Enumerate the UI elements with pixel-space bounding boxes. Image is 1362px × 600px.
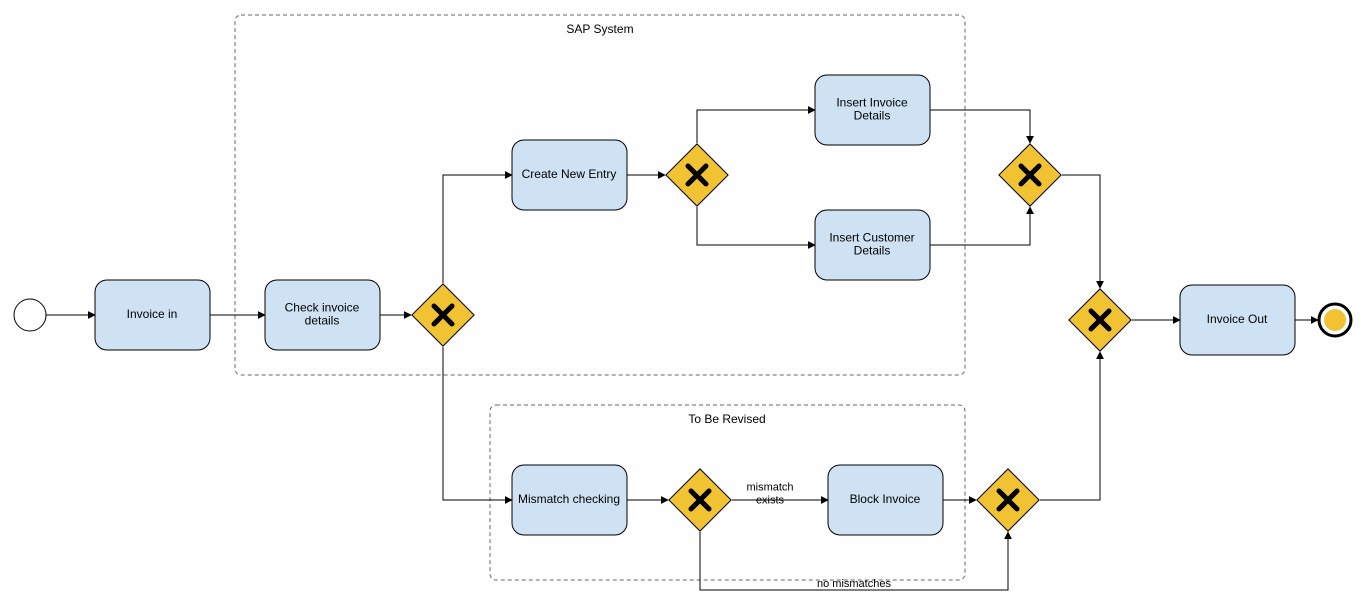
task-check-invoice-details: Check invoicedetails — [265, 280, 380, 350]
task-invoice-out-label: Invoice Out — [1207, 312, 1268, 326]
task-invoice-out: Invoice Out — [1180, 285, 1295, 355]
task-mismatch-checking: Mismatch checking — [512, 465, 627, 535]
task-insert-customer-details: Insert CustomerDetails — [815, 210, 930, 280]
task-block-invoice: Block Invoice — [828, 465, 943, 535]
task-block-invoice-label: Block Invoice — [850, 492, 921, 506]
gateway-merge-details — [999, 144, 1061, 206]
gateway-final-merge — [1069, 289, 1131, 351]
lane-sap-system-title: SAP System — [566, 22, 633, 36]
task-create-new-entry-label: Create New Entry — [522, 167, 617, 181]
task-create-new-entry: Create New Entry — [512, 140, 627, 210]
task-insert-invoice-details: Insert InvoiceDetails — [815, 75, 930, 145]
start-event — [14, 299, 46, 331]
lane-to-be-revised-title: To Be Revised — [688, 412, 765, 426]
task-invoice-in-label: Invoice in — [127, 307, 178, 321]
flow-merge-details-to-final — [1062, 175, 1100, 288]
task-mismatch-checking-label: Mismatch checking — [518, 492, 620, 506]
flow-mergelower-to-final — [1040, 352, 1100, 500]
end-event — [1319, 304, 1351, 336]
edge-label-no-mismatches: no mismatches — [817, 578, 891, 590]
task-invoice-in: Invoice in — [95, 280, 210, 350]
gateway-merge-lower — [977, 469, 1039, 531]
